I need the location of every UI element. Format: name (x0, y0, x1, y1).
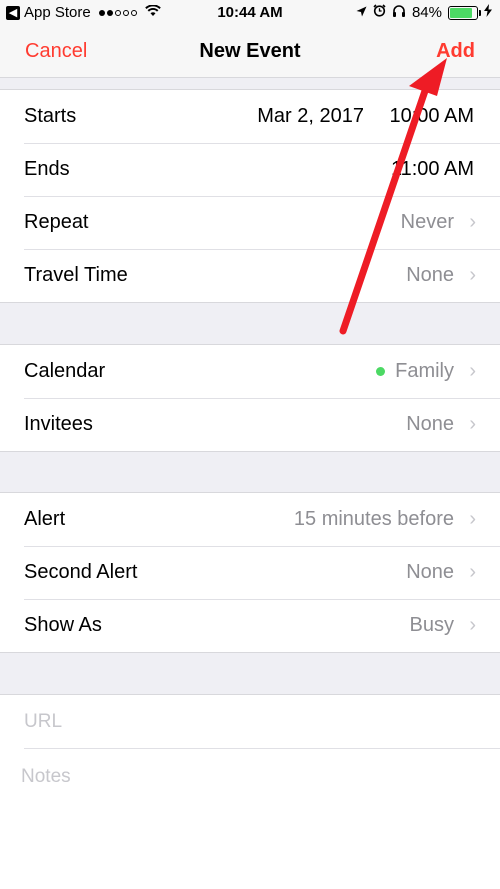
calendar-row[interactable]: Calendar Family › (0, 345, 500, 398)
status-right: 84% (356, 4, 492, 21)
back-app-icon[interactable]: ◀ (6, 5, 20, 20)
starts-row[interactable]: Starts Mar 2, 2017 10:00 AM (0, 90, 500, 143)
show-as-value: Busy (409, 614, 454, 636)
back-app-label[interactable]: App Store (24, 4, 91, 21)
charging-icon (484, 4, 492, 21)
chevron-right-icon: › (469, 561, 476, 583)
invitees-label: Invitees (24, 413, 93, 435)
chevron-right-icon: › (469, 508, 476, 530)
url-row[interactable]: URL (0, 695, 500, 748)
repeat-label: Repeat (24, 211, 89, 233)
alert-section: Alert 15 minutes before › Second Alert N… (0, 492, 500, 653)
alert-label: Alert (24, 508, 66, 530)
chevron-right-icon: › (469, 360, 476, 382)
time-section: Starts Mar 2, 2017 10:00 AM Ends 11:00 A… (0, 89, 500, 303)
ends-row[interactable]: Ends 11:00 AM (0, 143, 500, 196)
second-alert-row[interactable]: Second Alert None › (0, 546, 500, 599)
chevron-right-icon: › (469, 614, 476, 636)
second-alert-label: Second Alert (24, 561, 138, 583)
url-input[interactable]: URL (24, 711, 62, 733)
battery-percent: 84% (411, 4, 442, 21)
extra-section: URL Notes (0, 694, 500, 889)
chevron-right-icon: › (469, 211, 476, 233)
status-bar: ◀ App Store 10:44 AM 84% (0, 0, 500, 26)
chevron-right-icon: › (469, 264, 476, 286)
ends-time[interactable]: 11:00 AM (391, 158, 474, 181)
cancel-button[interactable]: Cancel (25, 40, 87, 63)
status-left: ◀ App Store (6, 4, 161, 21)
calendar-color-dot (376, 367, 386, 376)
calendar-value: Family (395, 360, 454, 382)
show-as-row[interactable]: Show As Busy › (0, 599, 500, 652)
chevron-right-icon: › (469, 413, 476, 435)
starts-date[interactable]: Mar 2, 2017 (257, 105, 364, 128)
headphones-icon (392, 4, 406, 21)
alert-row[interactable]: Alert 15 minutes before › (0, 493, 500, 546)
calendar-value-group: Family (376, 360, 454, 383)
ends-label: Ends (24, 158, 70, 180)
starts-time[interactable]: 10:00 AM (389, 105, 474, 128)
battery-icon (448, 5, 481, 20)
notes-input[interactable]: Notes (21, 766, 71, 788)
repeat-row[interactable]: Repeat Never › (0, 196, 500, 249)
battery-fill (450, 7, 472, 18)
calendar-label: Calendar (24, 360, 106, 382)
second-alert-value: None (406, 561, 454, 583)
wifi-icon (144, 4, 161, 20)
starts-label: Starts (24, 105, 77, 127)
notes-row[interactable]: Notes (0, 748, 500, 888)
repeat-value: Never (400, 211, 454, 233)
nav-bar: Cancel New Event Add (0, 26, 500, 78)
alert-value: 15 minutes before (293, 508, 454, 530)
calendar-section: Calendar Family › Invitees None › (0, 344, 500, 452)
invitees-value: None (406, 413, 454, 435)
signal-icon (98, 9, 137, 16)
invitees-row[interactable]: Invitees None › (0, 398, 500, 451)
add-button[interactable]: Add (436, 40, 475, 63)
show-as-label: Show As (24, 614, 102, 636)
location-icon (356, 4, 367, 21)
travel-time-label: Travel Time (24, 264, 128, 286)
alarm-icon (373, 4, 386, 21)
travel-time-value: None (406, 264, 454, 286)
travel-time-row[interactable]: Travel Time None › (0, 249, 500, 302)
